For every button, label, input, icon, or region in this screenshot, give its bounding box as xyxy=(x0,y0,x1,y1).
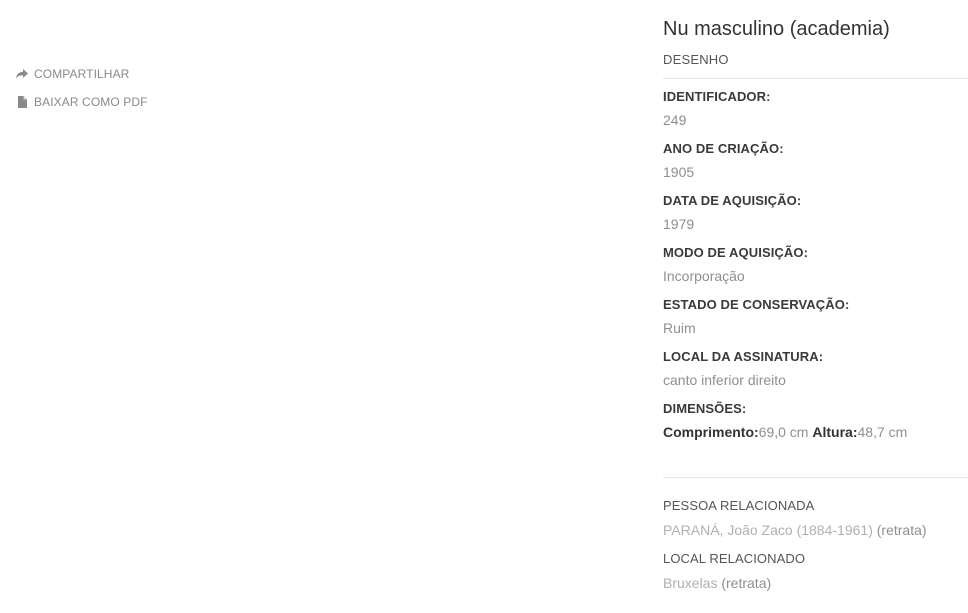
field-label: MODO DE AQUISIÇÃO: xyxy=(663,245,809,260)
artwork-title: Nu masculino (academia) xyxy=(663,18,890,40)
actions-panel: COMPARTILHAR BAIXAR COMO PDF xyxy=(16,66,148,122)
field-identifier: IDENTIFICADOR: 249 xyxy=(663,89,968,130)
field-signature-location: LOCAL DA ASSINATURA: canto inferior dire… xyxy=(663,349,968,390)
related-place-label: LOCAL RELACIONADO xyxy=(663,551,806,566)
download-pdf-label: BAIXAR COMO PDF xyxy=(34,95,148,109)
field-value: 1905 xyxy=(663,164,695,180)
share-label: COMPARTILHAR xyxy=(34,67,130,81)
field-acquisition-date: DATA DE AQUISIÇÃO: 1979 xyxy=(663,193,968,234)
field-value: canto inferior direito xyxy=(663,372,786,388)
field-conservation-state: ESTADO DE CONSERVAÇÃO: Ruim xyxy=(663,297,968,338)
field-label: DATA DE AQUISIÇÃO: xyxy=(663,193,802,208)
related-section: PESSOA RELACIONADA PARANÁ, João Zaco (18… xyxy=(663,478,968,593)
field-value: 1979 xyxy=(663,216,695,232)
related-place: Bruxelas (retrata) xyxy=(663,573,968,593)
field-value: 249 xyxy=(663,112,687,128)
related-place-role: (retrata) xyxy=(721,575,772,591)
field-label: DIMENSÕES: xyxy=(663,401,747,416)
share-arrow-icon xyxy=(16,68,28,80)
artwork-detail-panel: Nu masculino (academia) DESENHO IDENTIFI… xyxy=(663,16,968,604)
document-icon xyxy=(16,96,28,108)
related-place-link[interactable]: Bruxelas xyxy=(663,575,717,591)
field-value: Incorporação xyxy=(663,268,745,284)
field-label: LOCAL DA ASSINATURA: xyxy=(663,349,824,364)
dimensions-value: Comprimento:69,0 cm Altura:48,7 cm xyxy=(663,422,968,442)
field-label: ESTADO DE CONSERVAÇÃO: xyxy=(663,297,850,312)
related-person-label: PESSOA RELACIONADA xyxy=(663,498,815,513)
length-value: 69,0 cm xyxy=(758,424,809,440)
height-value: 48,7 cm xyxy=(857,424,908,440)
field-label: ANO DE CRIAÇÃO: xyxy=(663,141,784,156)
field-dimensions: DIMENSÕES: Comprimento:69,0 cm Altura:48… xyxy=(663,401,968,442)
artwork-type: DESENHO xyxy=(663,52,729,67)
field-value: Ruim xyxy=(663,320,696,336)
fields-list: IDENTIFICADOR: 249 ANO DE CRIAÇÃO: 1905 … xyxy=(663,79,968,442)
field-acquisition-mode: MODO DE AQUISIÇÃO: Incorporação xyxy=(663,245,968,286)
page: COMPARTILHAR BAIXAR COMO PDF Nu masculin… xyxy=(0,0,968,613)
download-pdf-button[interactable]: BAIXAR COMO PDF xyxy=(16,94,148,110)
length-label: Comprimento: xyxy=(663,424,759,440)
field-creation-year: ANO DE CRIAÇÃO: 1905 xyxy=(663,141,968,182)
share-button[interactable]: COMPARTILHAR xyxy=(16,66,148,82)
field-label: IDENTIFICADOR: xyxy=(663,89,771,104)
height-label: Altura: xyxy=(812,424,858,440)
related-person-role: (retrata) xyxy=(876,522,927,538)
related-person: PARANÁ, João Zaco (1884-1961) (retrata) xyxy=(663,520,968,540)
related-person-link[interactable]: PARANÁ, João Zaco (1884-1961) xyxy=(663,522,873,538)
